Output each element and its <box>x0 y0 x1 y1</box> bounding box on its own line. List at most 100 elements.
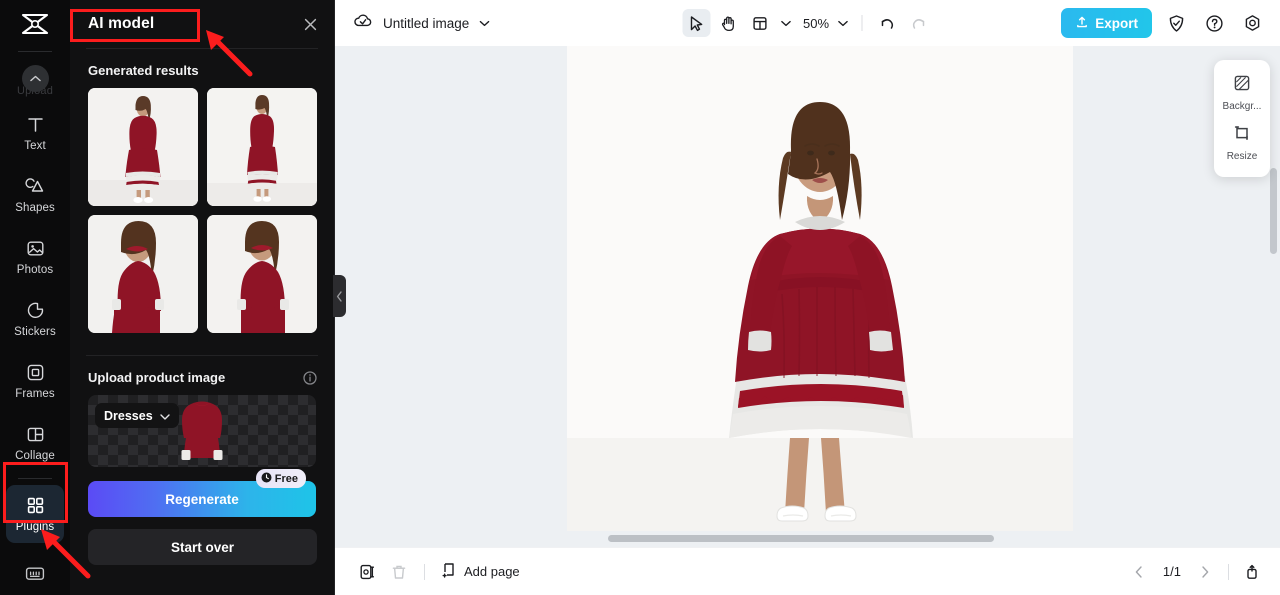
free-badge-label: Free <box>274 472 298 485</box>
page-navigation: 1/1 <box>1125 558 1266 586</box>
next-page-button[interactable] <box>1191 558 1219 586</box>
page-indicator: 1/1 <box>1162 564 1181 579</box>
shield-check-icon[interactable] <box>1162 9 1190 37</box>
sidebar-bottom-area <box>0 565 70 587</box>
export-button[interactable]: Export <box>1061 8 1152 38</box>
sidebar-label-photos: Photos <box>16 264 54 276</box>
regenerate-area: Free Regenerate <box>88 469 316 517</box>
add-page-icon <box>440 561 458 582</box>
sidebar-label-text: Text <box>24 140 46 152</box>
panel-collapse-handle[interactable] <box>333 275 346 317</box>
toolbar-center-tools: 50% <box>681 9 933 37</box>
resize-label: Resize <box>1226 151 1258 162</box>
chevron-down-icon <box>159 407 170 425</box>
horizontal-scrollbar[interactable] <box>608 535 994 542</box>
canvas-side-panel: Backgr... Resize <box>1214 60 1270 177</box>
background-option[interactable]: Backgr... <box>1214 68 1270 118</box>
sidebar-label-collage: Collage <box>15 450 55 462</box>
sidebar-label-plugins: Plugins <box>15 521 55 533</box>
upload-icon <box>1075 15 1089 32</box>
zoom-level[interactable]: 50% <box>797 16 831 31</box>
toolbar-right: Export <box>1061 8 1266 38</box>
document-name[interactable]: Untitled image <box>383 16 469 31</box>
panel-title: AI model <box>88 15 155 32</box>
toolbar-left: Untitled image <box>353 12 490 34</box>
main-area: Untitled image 50% Export Backgr... Resi… <box>335 0 1280 595</box>
trash-icon[interactable] <box>385 558 413 586</box>
free-badge: Free <box>255 469 306 488</box>
add-page-label: Add page <box>464 564 520 579</box>
info-icon[interactable] <box>303 370 317 385</box>
panel-header: AI model <box>70 0 334 48</box>
result-thumbnail[interactable] <box>88 215 198 333</box>
redo-button[interactable] <box>905 9 933 37</box>
start-over-button[interactable]: Start over <box>88 529 317 565</box>
duplicate-page-icon[interactable] <box>353 558 381 586</box>
sidebar-item-text[interactable]: Text <box>6 104 64 162</box>
stickers-icon <box>26 300 45 321</box>
sidebar-label-frames: Frames <box>15 388 55 400</box>
select-tool[interactable] <box>681 9 710 37</box>
zoom-chevron-down-icon[interactable] <box>835 20 850 27</box>
shapes-icon <box>25 176 45 197</box>
export-button-label: Export <box>1095 15 1138 31</box>
settings-gear-icon[interactable] <box>1238 9 1266 37</box>
bottom-divider <box>424 563 425 580</box>
canvas-workspace[interactable]: Backgr... Resize <box>335 46 1280 547</box>
chevron-down-icon[interactable] <box>479 14 490 32</box>
product-dress-cutout <box>169 400 235 467</box>
rail-divider-top <box>18 51 52 52</box>
plugins-icon <box>26 495 45 516</box>
clock-icon <box>261 470 272 488</box>
upload-section-header: Upload product image <box>70 356 334 395</box>
horizontal-scrollbar-track <box>335 535 1280 544</box>
generated-results-heading: Generated results <box>88 63 199 78</box>
sidebar-item-collage[interactable]: Collage <box>6 414 64 472</box>
help-icon[interactable] <box>1200 9 1228 37</box>
resize-icon <box>1233 124 1251 147</box>
resize-option[interactable]: Resize <box>1214 118 1270 168</box>
layout-tool[interactable] <box>746 9 774 37</box>
ai-model-panel: AI model Generated results Upload produc… <box>70 0 346 595</box>
close-icon[interactable] <box>303 17 318 32</box>
collage-icon <box>26 424 45 445</box>
bottom-toolbar: Add page 1/1 <box>335 547 1280 595</box>
hand-tool[interactable] <box>714 9 742 37</box>
product-image-preview[interactable]: Dresses <box>88 395 316 467</box>
add-page-button[interactable]: Add page <box>436 561 524 582</box>
bottom-left-tools: Add page <box>353 558 524 586</box>
chevron-up-icon[interactable] <box>21 64 49 92</box>
category-value: Dresses <box>104 408 153 423</box>
sidebar-label-stickers: Stickers <box>14 326 56 338</box>
layout-chevron-down-icon[interactable] <box>778 20 793 27</box>
capcut-editor: Upload Text Shapes <box>0 0 1280 595</box>
sidebar-item-stickers[interactable]: Stickers <box>6 290 64 348</box>
result-thumbnail[interactable] <box>88 88 198 206</box>
text-icon <box>26 114 45 135</box>
capcut-logo[interactable] <box>0 0 70 48</box>
generated-results-grid <box>70 88 334 333</box>
background-label: Backgr... <box>1222 101 1262 112</box>
sidebar-item-upload[interactable]: Upload <box>6 56 64 100</box>
sidebar-item-photos[interactable]: Photos <box>6 228 64 286</box>
frames-icon <box>26 362 45 383</box>
photos-icon <box>26 238 45 259</box>
sidebar-item-plugins[interactable]: Plugins <box>6 485 64 543</box>
export-page-icon[interactable] <box>1238 558 1266 586</box>
artboard[interactable] <box>567 46 1073 531</box>
category-dropdown[interactable]: Dresses <box>95 403 179 428</box>
vertical-scrollbar[interactable] <box>1270 168 1277 254</box>
sidebar-label-shapes: Shapes <box>15 202 55 214</box>
sidebar-item-shapes[interactable]: Shapes <box>6 166 64 224</box>
upload-section-heading: Upload product image <box>88 370 226 385</box>
undo-button[interactable] <box>873 9 901 37</box>
top-toolbar: Untitled image 50% Export <box>335 0 1280 46</box>
result-thumbnail[interactable] <box>207 88 317 206</box>
cloud-save-icon[interactable] <box>353 12 373 34</box>
rail-divider-bottom <box>18 478 52 479</box>
prev-page-button[interactable] <box>1125 558 1153 586</box>
background-icon <box>1233 74 1251 97</box>
result-thumbnail[interactable] <box>207 215 317 333</box>
keyboard-icon[interactable] <box>24 565 46 587</box>
sidebar-item-frames[interactable]: Frames <box>6 352 64 410</box>
